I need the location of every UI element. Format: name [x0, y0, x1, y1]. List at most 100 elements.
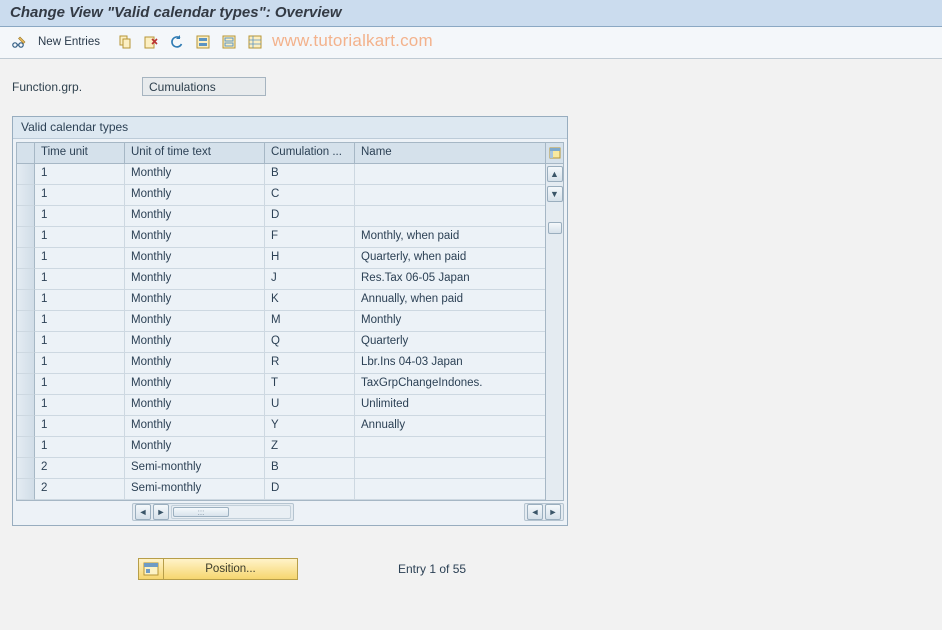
cell-time-unit[interactable]: 1 [35, 227, 125, 248]
deselect-all-button[interactable] [218, 32, 240, 52]
cell-name[interactable]: Quarterly [355, 332, 545, 353]
cell-unit-text[interactable]: Monthly [125, 248, 265, 269]
cell-time-unit[interactable]: 1 [35, 311, 125, 332]
cell-name[interactable]: Quarterly, when paid [355, 248, 545, 269]
row-selector[interactable] [17, 206, 35, 227]
row-selector[interactable] [17, 248, 35, 269]
cell-name[interactable]: Monthly [355, 311, 545, 332]
function-group-field[interactable] [142, 77, 266, 96]
cell-cumulation[interactable]: K [265, 290, 355, 311]
cell-time-unit[interactable]: 1 [35, 353, 125, 374]
cell-unit-text[interactable]: Monthly [125, 374, 265, 395]
cell-time-unit[interactable]: 1 [35, 332, 125, 353]
vertical-scrollbar[interactable]: ▲ ▼ [545, 143, 563, 500]
cell-unit-text[interactable]: Monthly [125, 395, 265, 416]
row-selector[interactable] [17, 395, 35, 416]
cell-time-unit[interactable]: 1 [35, 269, 125, 290]
cell-cumulation[interactable]: D [265, 479, 355, 500]
position-button[interactable]: Position... [164, 558, 298, 580]
row-selector[interactable] [17, 185, 35, 206]
select-all-button[interactable] [192, 32, 214, 52]
row-selector[interactable] [17, 332, 35, 353]
table-row[interactable]: 1MonthlyC [35, 185, 545, 206]
cell-name[interactable] [355, 206, 545, 227]
cell-cumulation[interactable]: D [265, 206, 355, 227]
cell-name[interactable] [355, 479, 545, 500]
row-selector[interactable] [17, 353, 35, 374]
row-selector[interactable] [17, 416, 35, 437]
cell-cumulation[interactable]: B [265, 458, 355, 479]
table-row[interactable]: 2Semi-monthlyD [35, 479, 545, 500]
cell-unit-text[interactable]: Monthly [125, 437, 265, 458]
cell-unit-text[interactable]: Monthly [125, 416, 265, 437]
cell-time-unit[interactable]: 1 [35, 185, 125, 206]
cell-time-unit[interactable]: 1 [35, 164, 125, 185]
col-cumulation[interactable]: Cumulation ... [265, 143, 355, 164]
cell-cumulation[interactable]: J [265, 269, 355, 290]
cell-cumulation[interactable]: T [265, 374, 355, 395]
cell-cumulation[interactable]: B [265, 164, 355, 185]
cell-cumulation[interactable]: F [265, 227, 355, 248]
cell-cumulation[interactable]: R [265, 353, 355, 374]
cell-time-unit[interactable]: 2 [35, 479, 125, 500]
table-row[interactable]: 1MonthlyRLbr.Ins 04-03 Japan [35, 353, 545, 374]
vscroll-thumb[interactable] [548, 222, 562, 234]
cell-cumulation[interactable]: Z [265, 437, 355, 458]
cell-time-unit[interactable]: 1 [35, 437, 125, 458]
cell-name[interactable]: Monthly, when paid [355, 227, 545, 248]
configure-columns-button[interactable] [546, 143, 563, 164]
row-selector[interactable] [17, 437, 35, 458]
col-unit-text[interactable]: Unit of time text [125, 143, 265, 164]
table-settings-button[interactable] [244, 32, 266, 52]
cell-name[interactable]: Unlimited [355, 395, 545, 416]
row-selector[interactable] [17, 311, 35, 332]
cell-name[interactable] [355, 437, 545, 458]
cell-unit-text[interactable]: Monthly [125, 164, 265, 185]
table-row[interactable]: 1MonthlyTTaxGrpChangeIndones. [35, 374, 545, 395]
select-all-rows-header[interactable] [17, 143, 35, 164]
cell-name[interactable] [355, 185, 545, 206]
cell-unit-text[interactable]: Semi-monthly [125, 479, 265, 500]
table-row[interactable]: 1MonthlyB [35, 164, 545, 185]
cell-name[interactable]: Annually [355, 416, 545, 437]
col-time-unit[interactable]: Time unit [35, 143, 125, 164]
hscroll-thumb[interactable]: ::: [173, 507, 229, 517]
vscroll-track[interactable] [546, 204, 563, 500]
new-entries-button[interactable]: New Entries [34, 36, 110, 48]
copy-button[interactable] [114, 32, 136, 52]
table-row[interactable]: 1MonthlyQQuarterly [35, 332, 545, 353]
hscroll-right-button-2[interactable]: ► [545, 504, 561, 520]
row-selector[interactable] [17, 290, 35, 311]
horizontal-scrollbar-right[interactable]: ◄ ► [524, 503, 564, 521]
horizontal-scrollbar-left[interactable]: ◄ ► ::: [132, 503, 294, 521]
cell-unit-text[interactable]: Monthly [125, 290, 265, 311]
row-selector[interactable] [17, 164, 35, 185]
hscroll-right-button[interactable]: ► [153, 504, 169, 520]
cell-time-unit[interactable]: 1 [35, 374, 125, 395]
cell-name[interactable]: TaxGrpChangeIndones. [355, 374, 545, 395]
table-row[interactable]: 1MonthlyYAnnually [35, 416, 545, 437]
row-selector[interactable] [17, 227, 35, 248]
hscroll-left-button-2[interactable]: ◄ [527, 504, 543, 520]
table-row[interactable]: 1MonthlyFMonthly, when paid [35, 227, 545, 248]
cell-name[interactable]: Lbr.Ins 04-03 Japan [355, 353, 545, 374]
cell-time-unit[interactable]: 1 [35, 416, 125, 437]
scroll-up-button[interactable]: ▲ [547, 166, 563, 182]
row-selector[interactable] [17, 479, 35, 500]
table-row[interactable]: 2Semi-monthlyB [35, 458, 545, 479]
undo-button[interactable] [166, 32, 188, 52]
row-selector[interactable] [17, 269, 35, 290]
cell-unit-text[interactable]: Monthly [125, 227, 265, 248]
table-row[interactable]: 1MonthlyHQuarterly, when paid [35, 248, 545, 269]
cell-cumulation[interactable]: H [265, 248, 355, 269]
hscroll-track[interactable]: ::: [171, 505, 291, 519]
cell-time-unit[interactable]: 1 [35, 248, 125, 269]
cell-unit-text[interactable]: Monthly [125, 353, 265, 374]
cell-time-unit[interactable]: 2 [35, 458, 125, 479]
cell-cumulation[interactable]: Y [265, 416, 355, 437]
table-row[interactable]: 1MonthlyJRes.Tax 06-05 Japan [35, 269, 545, 290]
cell-name[interactable]: Annually, when paid [355, 290, 545, 311]
table-row[interactable]: 1MonthlyMMonthly [35, 311, 545, 332]
cell-name[interactable]: Res.Tax 06-05 Japan [355, 269, 545, 290]
position-icon-button[interactable] [138, 558, 164, 580]
